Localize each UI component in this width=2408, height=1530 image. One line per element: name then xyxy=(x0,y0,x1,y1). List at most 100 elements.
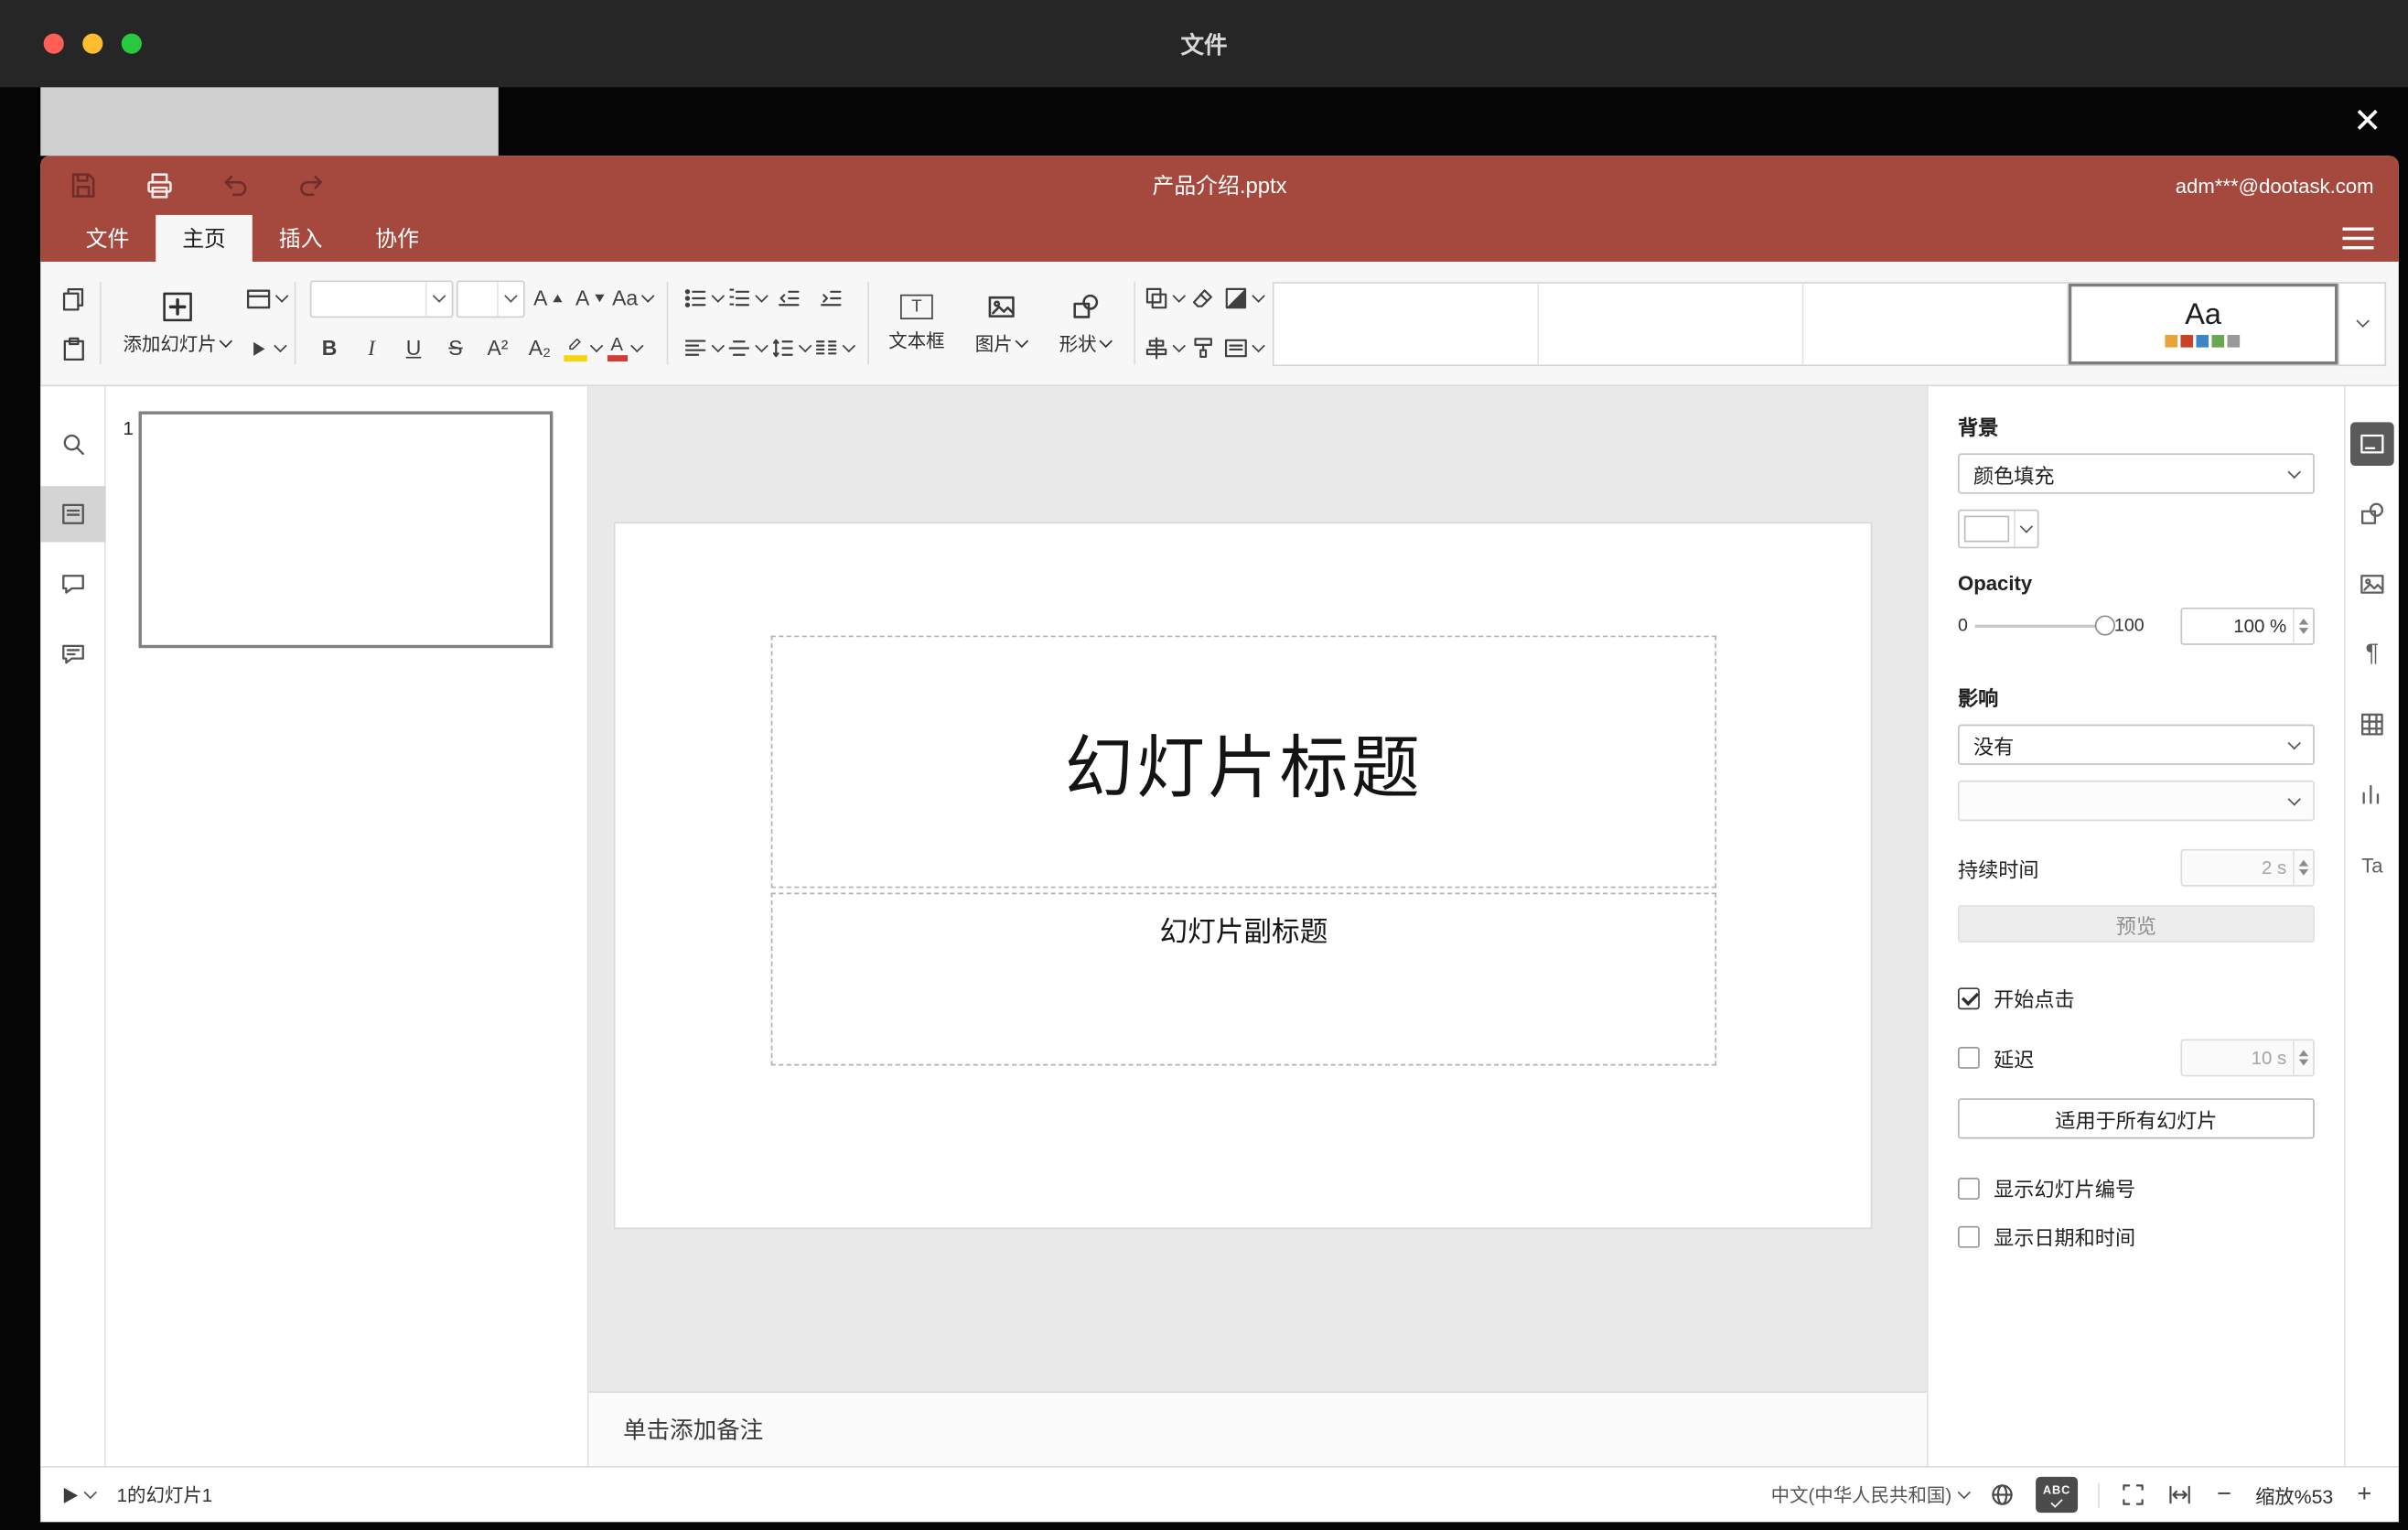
decrease-font-button[interactable]: A xyxy=(570,280,609,318)
close-icon[interactable]: ✕ xyxy=(2346,100,2390,144)
slide-thumbnail[interactable] xyxy=(138,411,554,649)
delay-input[interactable]: 10 s xyxy=(2180,1039,2315,1077)
strikethrough-button[interactable]: S xyxy=(436,329,476,367)
start-on-click-checkbox[interactable] xyxy=(1957,986,1980,1009)
traffic-light-close[interactable] xyxy=(43,33,64,54)
chart-settings-tab[interactable] xyxy=(2350,772,2394,816)
theme-gallery-expand-button[interactable] xyxy=(2339,281,2387,366)
add-slide-button[interactable]: 添加幻灯片 xyxy=(109,290,244,357)
bold-button[interactable]: B xyxy=(310,329,349,367)
theme-option[interactable] xyxy=(1273,282,1539,364)
spellcheck-button[interactable]: ABC xyxy=(2036,1476,2079,1514)
clear-style-button[interactable] xyxy=(1183,280,1222,318)
duration-input[interactable]: 2 s xyxy=(2180,848,2315,887)
opacity-input[interactable]: 100 % xyxy=(2180,607,2315,645)
chat-button[interactable] xyxy=(40,626,105,682)
effect-variant-select[interactable] xyxy=(1957,780,2315,822)
delay-checkbox[interactable] xyxy=(1957,1047,1980,1069)
color-scheme-button[interactable] xyxy=(1222,280,1265,318)
print-icon[interactable] xyxy=(142,168,176,202)
shape-settings-tab[interactable] xyxy=(2350,492,2394,536)
theme-option[interactable] xyxy=(1538,282,1804,364)
slide-layout-button[interactable] xyxy=(244,280,289,318)
copy-icon[interactable] xyxy=(53,280,92,318)
theme-sample-text: Aa xyxy=(2185,298,2221,331)
chevron-down-icon xyxy=(1099,333,1113,348)
slide-canvas[interactable]: 幻灯片标题 幻灯片副标题 xyxy=(588,386,1927,1392)
start-slideshow-button[interactable] xyxy=(244,329,287,367)
decrease-indent-button[interactable] xyxy=(769,280,808,318)
change-case-button[interactable]: Aa xyxy=(612,280,654,318)
preview-button[interactable]: 预览 xyxy=(1957,905,2315,943)
arrange-shapes-button[interactable] xyxy=(1143,280,1186,318)
opacity-slider[interactable] xyxy=(1975,615,2116,636)
copy-style-button[interactable] xyxy=(1183,329,1222,367)
save-icon[interactable] xyxy=(66,168,100,202)
increase-font-letter: A xyxy=(533,286,548,310)
slide-subtitle-placeholder[interactable]: 幻灯片副标题 xyxy=(770,892,1717,1066)
horizontal-align-button[interactable] xyxy=(682,329,725,367)
duration-spinner[interactable] xyxy=(2293,850,2313,885)
increase-font-button[interactable]: A xyxy=(528,280,567,318)
slide-title-placeholder[interactable]: 幻灯片标题 xyxy=(770,635,1717,889)
notes-area[interactable]: 单击添加备注 xyxy=(588,1391,1927,1467)
columns-button[interactable] xyxy=(812,329,855,367)
tab-file[interactable]: 文件 xyxy=(59,215,156,262)
effect-select[interactable]: 没有 xyxy=(1957,724,2315,765)
increase-indent-button[interactable] xyxy=(811,280,850,318)
delay-spinner[interactable] xyxy=(2293,1040,2313,1075)
insert-shape-button[interactable]: 形状 xyxy=(1045,291,1126,357)
font-size-select[interactable] xyxy=(456,279,525,318)
font-color-button[interactable]: A xyxy=(605,329,644,367)
document-language-button[interactable] xyxy=(1989,1482,2016,1508)
traffic-light-minimize[interactable] xyxy=(82,33,103,54)
tab-home[interactable]: 主页 xyxy=(156,214,253,263)
paragraph-settings-tab[interactable]: ¶ xyxy=(2350,632,2394,676)
textart-settings-tab[interactable]: Ta xyxy=(2350,843,2394,887)
line-spacing-button[interactable] xyxy=(769,329,812,367)
insert-image-button[interactable]: 图片 xyxy=(961,291,1042,357)
slide[interactable]: 幻灯片标题 幻灯片副标题 xyxy=(613,522,1873,1230)
comments-button[interactable] xyxy=(40,556,105,612)
highlight-color-button[interactable] xyxy=(563,329,603,367)
start-slideshow-status-button[interactable] xyxy=(63,1485,97,1503)
italic-button[interactable]: I xyxy=(352,329,392,367)
tab-collaboration[interactable]: 协作 xyxy=(349,215,446,262)
tab-insert[interactable]: 插入 xyxy=(253,215,349,262)
language-select[interactable]: 中文(中华人民共和国) xyxy=(1771,1482,1971,1508)
superscript-button[interactable]: A² xyxy=(478,329,518,367)
numbering-button[interactable] xyxy=(726,280,768,318)
slides-panel-button[interactable] xyxy=(40,486,105,543)
theme-option[interactable] xyxy=(1803,282,2069,364)
font-name-select[interactable] xyxy=(309,279,454,318)
opacity-spinner[interactable] xyxy=(2293,609,2313,644)
show-date-time-checkbox[interactable] xyxy=(1957,1224,1980,1247)
show-slide-number-checkbox[interactable] xyxy=(1957,1177,1980,1200)
underline-button[interactable]: U xyxy=(394,329,434,367)
align-shapes-button[interactable] xyxy=(1143,329,1186,367)
traffic-light-zoom[interactable] xyxy=(121,33,142,54)
image-settings-tab[interactable] xyxy=(2350,563,2394,607)
undo-icon[interactable] xyxy=(218,168,252,202)
opacity-slider-knob[interactable] xyxy=(2095,615,2116,636)
redo-icon[interactable] xyxy=(295,168,328,202)
subscript-button[interactable]: A₂ xyxy=(521,329,560,367)
zoom-in-button[interactable]: + xyxy=(2353,1481,2375,1509)
bullets-button[interactable] xyxy=(682,280,725,318)
slide-settings-tab[interactable] xyxy=(2350,422,2394,467)
fit-width-button[interactable] xyxy=(2166,1482,2193,1508)
text-box-button[interactable]: T 文本框 xyxy=(876,293,958,353)
background-fill-select[interactable]: 颜色填充 xyxy=(1957,453,2315,494)
apply-to-all-slides-button[interactable]: 适用于所有幻灯片 xyxy=(1957,1098,2315,1139)
search-button[interactable] xyxy=(40,416,105,472)
zoom-out-button[interactable]: − xyxy=(2213,1481,2235,1509)
slide-size-button[interactable] xyxy=(1222,329,1265,367)
fill-color-picker[interactable] xyxy=(1957,509,2039,549)
vertical-align-button[interactable] xyxy=(726,329,768,367)
fit-slide-button[interactable] xyxy=(2120,1482,2146,1508)
hamburger-menu-icon[interactable] xyxy=(2342,227,2374,250)
theme-option-selected[interactable]: Aa xyxy=(2068,282,2338,364)
table-settings-tab[interactable] xyxy=(2350,703,2394,747)
paste-icon[interactable] xyxy=(53,329,92,367)
align-shapes-icon xyxy=(1145,337,1166,360)
